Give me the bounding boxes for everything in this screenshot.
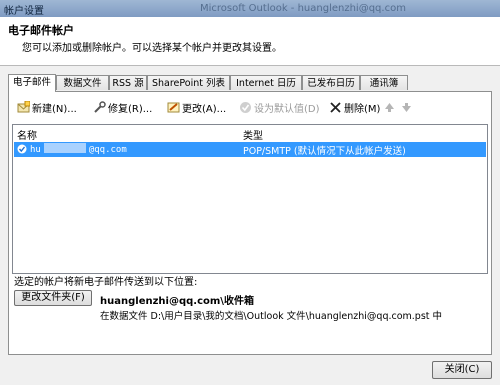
email-tab-panel: 新建(N)... 修复(R)... 更改(A)... 设为默认值(D) 删除(M… (8, 91, 492, 355)
change-folder-button[interactable]: 更改文件夹(F) (14, 290, 92, 306)
move-down-button[interactable] (400, 101, 415, 117)
tab-address-book[interactable]: 通讯簿 (360, 75, 408, 90)
column-header-type[interactable]: 类型 (243, 127, 263, 142)
account-name-suffix: @qq.com (88, 145, 127, 155)
tab-rss[interactable]: RSS 源 (109, 75, 147, 90)
redacted-blur (43, 143, 86, 153)
set-default-label: 设为默认值(D) (254, 104, 320, 115)
tab-email[interactable]: 电子邮件 (8, 74, 56, 92)
account-row[interactable]: hu @qq.com POP/SMTP (默认情况下从此帐户发送) (14, 142, 486, 157)
delivery-inbox-path: huanglenzhi@qq.com\收件箱 (100, 296, 254, 307)
tab-published-calendar[interactable]: 已发布日历 (302, 75, 360, 90)
repair-icon (94, 101, 106, 113)
new-label: 新建(N)... (32, 104, 77, 115)
delivery-label: 选定的帐户将新电子邮件传送到以下位置: (14, 277, 198, 288)
checkmark-icon (240, 102, 251, 113)
header-title: 电子邮件帐户 (8, 24, 74, 37)
repair-button[interactable]: 修复(R)... (93, 101, 152, 117)
new-button[interactable]: 新建(N)... (17, 101, 77, 117)
tab-sharepoint[interactable]: SharePoint 列表 (147, 75, 230, 90)
repair-label: 修复(R)... (108, 104, 153, 115)
change-icon (167, 102, 180, 113)
delete-icon (330, 102, 341, 113)
default-account-check-icon (17, 144, 27, 154)
background-window-title: Microsoft Outlook - huanglenzhi@qq.com (200, 3, 406, 14)
column-header-name[interactable]: 名称 (17, 127, 37, 142)
remove-label: 删除(M) (344, 104, 381, 115)
window-title: 帐户设置 (4, 6, 44, 17)
set-default-button[interactable]: 设为默认值(D) (239, 101, 320, 117)
account-list[interactable]: 名称 类型 hu @qq.com POP/SMTP (默认情况下从此帐户发送) (12, 124, 488, 274)
tab-internet-calendar[interactable]: Internet 日历 (230, 75, 302, 90)
dialog-header: 电子邮件帐户 您可以添加或删除帐户。可以选择某个帐户并更改其设置。 (0, 17, 500, 66)
remove-button[interactable]: 删除(M) (329, 101, 380, 117)
move-up-button[interactable] (383, 101, 398, 117)
title-bar: 帐户设置 Microsoft Outlook - huanglenzhi@qq.… (0, 0, 500, 17)
header-subtitle: 您可以添加或删除帐户。可以选择某个帐户并更改其设置。 (22, 43, 282, 54)
arrow-down-icon (402, 103, 411, 112)
account-type: POP/SMTP (默认情况下从此帐户发送) (243, 146, 406, 157)
new-account-icon (17, 101, 30, 113)
change-button[interactable]: 更改(A)... (167, 101, 226, 117)
delivery-data-file: 在数据文件 D:\用户目录\我的文档\Outlook 文件\huanglenzh… (100, 311, 443, 322)
arrow-up-icon (385, 103, 394, 112)
tab-data-files[interactable]: 数据文件 (56, 75, 109, 90)
close-button[interactable]: 关闭(C) (432, 361, 492, 379)
change-label: 更改(A)... (182, 104, 227, 115)
account-name-prefix: hu (30, 145, 41, 155)
account-name: hu @qq.com (30, 143, 127, 155)
